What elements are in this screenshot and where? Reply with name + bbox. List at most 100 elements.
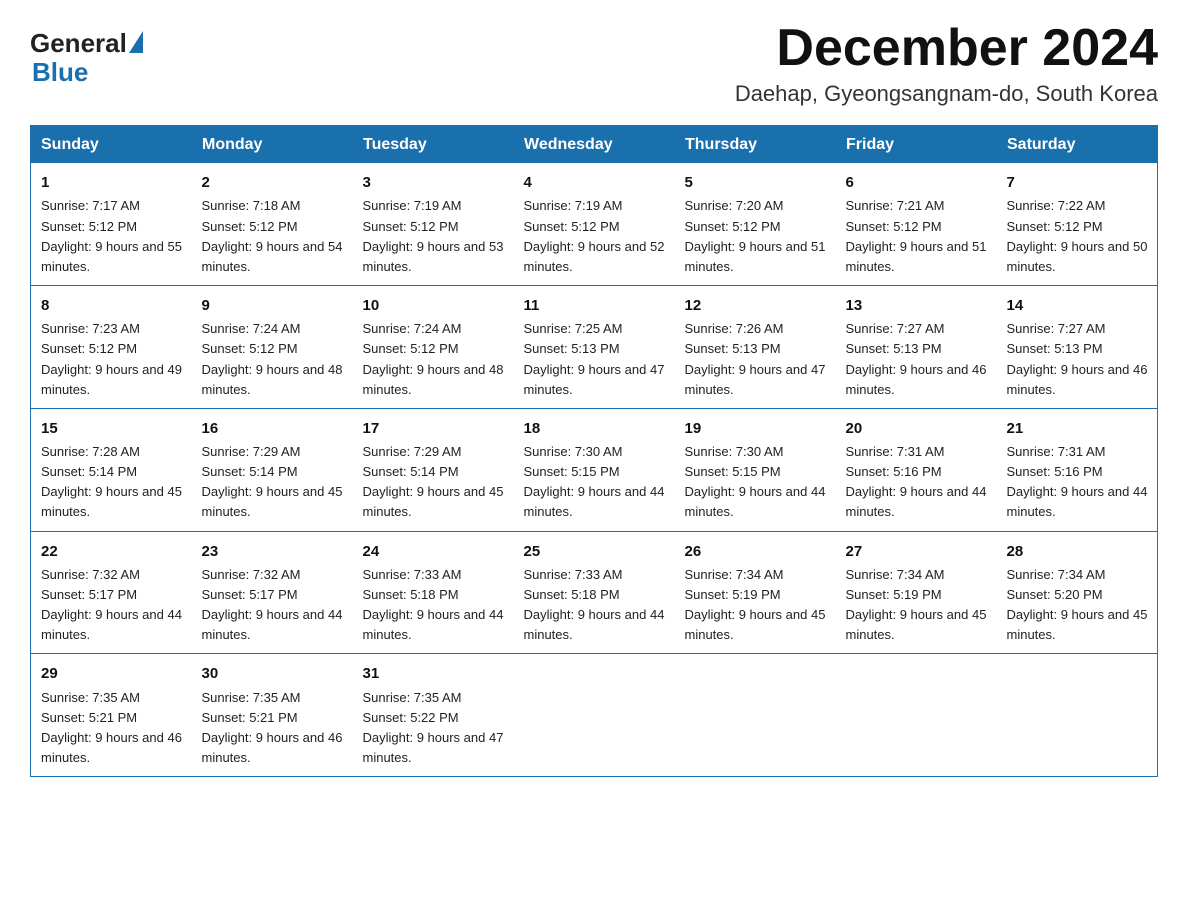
calendar-cell: 16 Sunrise: 7:29 AMSunset: 5:14 PMDayligh… <box>192 408 353 531</box>
day-info: Sunrise: 7:34 AMSunset: 5:19 PMDaylight:… <box>685 567 826 642</box>
day-number: 16 <box>202 417 345 440</box>
calendar-cell: 6 Sunrise: 7:21 AMSunset: 5:12 PMDaylight… <box>836 163 997 286</box>
day-info: Sunrise: 7:30 AMSunset: 5:15 PMDaylight:… <box>524 444 665 519</box>
calendar-cell: 29 Sunrise: 7:35 AMSunset: 5:21 PMDayligh… <box>31 654 192 777</box>
day-number: 29 <box>41 662 184 685</box>
day-info: Sunrise: 7:20 AMSunset: 5:12 PMDaylight:… <box>685 198 826 273</box>
day-number: 27 <box>846 540 989 563</box>
day-number: 10 <box>363 294 506 317</box>
day-number: 11 <box>524 294 667 317</box>
weekday-header-friday: Friday <box>836 126 997 163</box>
day-info: Sunrise: 7:18 AMSunset: 5:12 PMDaylight:… <box>202 198 343 273</box>
calendar-cell: 4Sunrise: 7:19 AMSunset: 5:12 PMDaylight… <box>514 163 675 286</box>
day-number: 4 <box>524 171 667 194</box>
day-number: 1 <box>41 171 184 194</box>
header: General Blue December 2024 Daehap, Gyeon… <box>30 20 1158 107</box>
calendar-week-row: 15Sunrise: 7:28 AMSunset: 5:14 PMDayligh… <box>31 408 1158 531</box>
weekday-header-sunday: Sunday <box>31 126 192 163</box>
calendar-cell: 27 Sunrise: 7:34 AMSunset: 5:19 PMDayligh… <box>836 531 997 654</box>
logo: General Blue <box>30 28 143 88</box>
day-number: 9 <box>202 294 345 317</box>
day-number: 5 <box>685 171 828 194</box>
calendar-cell <box>997 654 1158 777</box>
day-number: 25 <box>524 540 667 563</box>
day-info: Sunrise: 7:23 AMSunset: 5:12 PMDaylight:… <box>41 321 182 396</box>
day-info: Sunrise: 7:22 AMSunset: 5:12 PMDaylight:… <box>1007 198 1148 273</box>
weekday-header-wednesday: Wednesday <box>514 126 675 163</box>
calendar-cell: 18 Sunrise: 7:30 AMSunset: 5:15 PMDayligh… <box>514 408 675 531</box>
day-number: 7 <box>1007 171 1150 194</box>
calendar-cell: 31 Sunrise: 7:35 AMSunset: 5:22 PMDayligh… <box>353 654 514 777</box>
weekday-header-row: SundayMondayTuesdayWednesdayThursdayFrid… <box>31 126 1158 163</box>
calendar-cell <box>836 654 997 777</box>
day-info: Sunrise: 7:35 AMSunset: 5:22 PMDaylight:… <box>363 690 504 765</box>
day-number: 28 <box>1007 540 1150 563</box>
calendar-cell: 30Sunrise: 7:35 AMSunset: 5:21 PMDayligh… <box>192 654 353 777</box>
calendar-week-row: 29 Sunrise: 7:35 AMSunset: 5:21 PMDayligh… <box>31 654 1158 777</box>
day-info: Sunrise: 7:32 AMSunset: 5:17 PMDaylight:… <box>41 567 182 642</box>
calendar-cell: 19 Sunrise: 7:30 AMSunset: 5:15 PMDayligh… <box>675 408 836 531</box>
day-info: Sunrise: 7:35 AMSunset: 5:21 PMDaylight:… <box>41 690 182 765</box>
day-number: 15 <box>41 417 184 440</box>
month-title: December 2024 <box>735 20 1158 77</box>
calendar-cell: 22Sunrise: 7:32 AMSunset: 5:17 PMDayligh… <box>31 531 192 654</box>
calendar-cell: 28Sunrise: 7:34 AMSunset: 5:20 PMDayligh… <box>997 531 1158 654</box>
day-number: 18 <box>524 417 667 440</box>
calendar-cell: 21Sunrise: 7:31 AMSunset: 5:16 PMDayligh… <box>997 408 1158 531</box>
day-number: 12 <box>685 294 828 317</box>
title-block: December 2024 Daehap, Gyeongsangnam-do, … <box>735 20 1158 107</box>
day-info: Sunrise: 7:29 AMSunset: 5:14 PMDaylight:… <box>363 444 504 519</box>
logo-triangle-icon <box>129 31 143 53</box>
calendar-cell: 8 Sunrise: 7:23 AMSunset: 5:12 PMDaylight… <box>31 286 192 409</box>
calendar-week-row: 22Sunrise: 7:32 AMSunset: 5:17 PMDayligh… <box>31 531 1158 654</box>
day-number: 13 <box>846 294 989 317</box>
day-number: 19 <box>685 417 828 440</box>
calendar-cell <box>675 654 836 777</box>
weekday-header-thursday: Thursday <box>675 126 836 163</box>
calendar-cell: 13Sunrise: 7:27 AMSunset: 5:13 PMDayligh… <box>836 286 997 409</box>
day-number: 8 <box>41 294 184 317</box>
weekday-header-tuesday: Tuesday <box>353 126 514 163</box>
day-info: Sunrise: 7:31 AMSunset: 5:16 PMDaylight:… <box>846 444 987 519</box>
weekday-header-saturday: Saturday <box>997 126 1158 163</box>
day-number: 6 <box>846 171 989 194</box>
day-info: Sunrise: 7:30 AMSunset: 5:15 PMDaylight:… <box>685 444 826 519</box>
day-number: 31 <box>363 662 506 685</box>
calendar-cell: 1 Sunrise: 7:17 AMSunset: 5:12 PMDaylight… <box>31 163 192 286</box>
calendar-cell <box>514 654 675 777</box>
day-info: Sunrise: 7:33 AMSunset: 5:18 PMDaylight:… <box>524 567 665 642</box>
day-info: Sunrise: 7:17 AMSunset: 5:12 PMDaylight:… <box>41 198 182 273</box>
day-info: Sunrise: 7:35 AMSunset: 5:21 PMDaylight:… <box>202 690 343 765</box>
calendar-week-row: 1 Sunrise: 7:17 AMSunset: 5:12 PMDaylight… <box>31 163 1158 286</box>
calendar-cell: 2 Sunrise: 7:18 AMSunset: 5:12 PMDaylight… <box>192 163 353 286</box>
calendar-table: SundayMondayTuesdayWednesdayThursdayFrid… <box>30 125 1158 777</box>
calendar-week-row: 8 Sunrise: 7:23 AMSunset: 5:12 PMDaylight… <box>31 286 1158 409</box>
calendar-cell: 24Sunrise: 7:33 AMSunset: 5:18 PMDayligh… <box>353 531 514 654</box>
calendar-cell: 3 Sunrise: 7:19 AMSunset: 5:12 PMDaylight… <box>353 163 514 286</box>
day-number: 24 <box>363 540 506 563</box>
day-info: Sunrise: 7:27 AMSunset: 5:13 PMDaylight:… <box>1007 321 1148 396</box>
calendar-cell: 5 Sunrise: 7:20 AMSunset: 5:12 PMDaylight… <box>675 163 836 286</box>
day-info: Sunrise: 7:21 AMSunset: 5:12 PMDaylight:… <box>846 198 987 273</box>
day-info: Sunrise: 7:32 AMSunset: 5:17 PMDaylight:… <box>202 567 343 642</box>
day-info: Sunrise: 7:19 AMSunset: 5:12 PMDaylight:… <box>363 198 504 273</box>
day-info: Sunrise: 7:26 AMSunset: 5:13 PMDaylight:… <box>685 321 826 396</box>
calendar-cell: 12 Sunrise: 7:26 AMSunset: 5:13 PMDayligh… <box>675 286 836 409</box>
calendar-cell: 17 Sunrise: 7:29 AMSunset: 5:14 PMDayligh… <box>353 408 514 531</box>
calendar-cell: 10Sunrise: 7:24 AMSunset: 5:12 PMDayligh… <box>353 286 514 409</box>
day-info: Sunrise: 7:24 AMSunset: 5:12 PMDaylight:… <box>202 321 343 396</box>
day-number: 3 <box>363 171 506 194</box>
calendar-cell: 23 Sunrise: 7:32 AMSunset: 5:17 PMDayligh… <box>192 531 353 654</box>
logo-general-text: General <box>30 28 127 59</box>
day-number: 2 <box>202 171 345 194</box>
calendar-cell: 20 Sunrise: 7:31 AMSunset: 5:16 PMDayligh… <box>836 408 997 531</box>
calendar-cell: 7 Sunrise: 7:22 AMSunset: 5:12 PMDaylight… <box>997 163 1158 286</box>
day-info: Sunrise: 7:29 AMSunset: 5:14 PMDaylight:… <box>202 444 343 519</box>
day-number: 23 <box>202 540 345 563</box>
day-number: 20 <box>846 417 989 440</box>
calendar-cell: 9 Sunrise: 7:24 AMSunset: 5:12 PMDaylight… <box>192 286 353 409</box>
day-info: Sunrise: 7:31 AMSunset: 5:16 PMDaylight:… <box>1007 444 1148 519</box>
day-number: 17 <box>363 417 506 440</box>
calendar-cell: 26Sunrise: 7:34 AMSunset: 5:19 PMDayligh… <box>675 531 836 654</box>
day-info: Sunrise: 7:34 AMSunset: 5:19 PMDaylight:… <box>846 567 987 642</box>
